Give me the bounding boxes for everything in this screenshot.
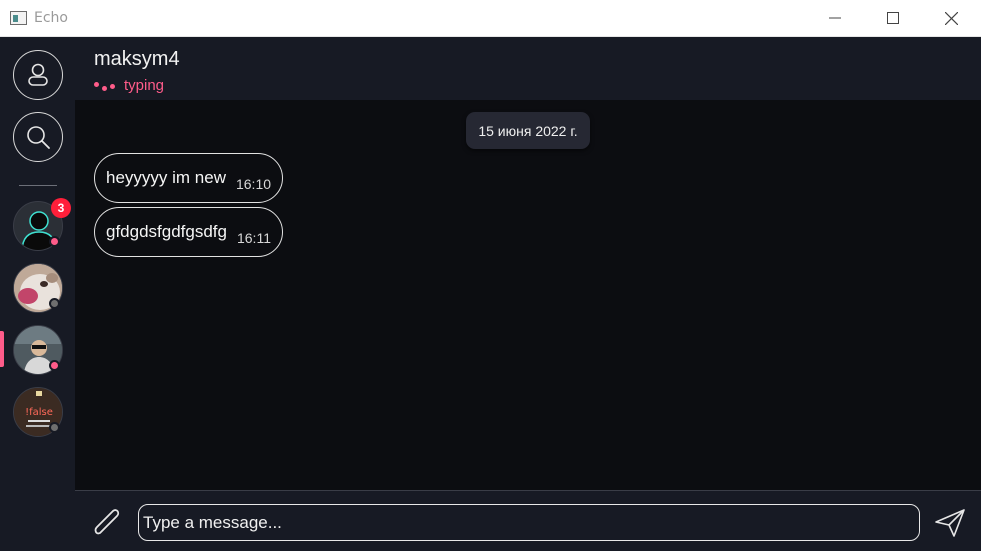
chat-header: maksym4 typing — [75, 37, 981, 100]
minimize-icon — [829, 17, 841, 19]
message-bubble[interactable]: gfdgdsfgdfgsdfg 16:11 — [94, 207, 283, 257]
user-icon — [28, 63, 48, 86]
message-input[interactable] — [138, 504, 920, 541]
typing-dots-icon — [94, 81, 118, 91]
sidebar: 3 !false — [0, 37, 75, 551]
search-icon — [27, 126, 50, 149]
title-bar: Echo — [0, 0, 981, 37]
search-button[interactable] — [13, 112, 63, 162]
message-list[interactable]: 15 июня 2022 г. heyyyyy im new 16:10 gfd… — [75, 100, 981, 490]
app-window-icon — [10, 11, 27, 25]
minimize-button[interactable] — [806, 0, 864, 36]
avatar-logo-text: !false — [25, 407, 53, 418]
message-composer — [75, 490, 981, 551]
message-text: gfdgdsfgdfgsdfg — [106, 222, 227, 241]
date-separator: 15 июня 2022 г. — [466, 112, 590, 149]
send-icon — [935, 509, 965, 537]
close-button[interactable] — [922, 0, 980, 36]
profile-button[interactable] — [13, 50, 63, 100]
message-time: 16:10 — [235, 176, 272, 192]
maximize-button[interactable] — [864, 0, 922, 36]
online-status-dot — [49, 360, 60, 371]
window-title: Echo — [34, 10, 68, 26]
typing-indicator: typing — [94, 77, 164, 94]
message-text: heyyyyy im new — [106, 168, 226, 187]
message-bubble[interactable]: heyyyyy im new 16:10 — [94, 153, 284, 203]
attach-button[interactable] — [87, 504, 125, 540]
active-chat-marker — [0, 331, 4, 367]
sidebar-divider — [19, 185, 57, 186]
send-button[interactable] — [932, 505, 968, 541]
chat-item[interactable]: 3 — [0, 198, 75, 254]
close-icon — [944, 11, 958, 25]
online-status-dot — [49, 236, 60, 247]
maximize-icon — [887, 12, 899, 24]
chat-item[interactable]: !false — [0, 384, 75, 440]
paperclip-icon — [94, 509, 120, 535]
chat-item-active[interactable] — [0, 322, 75, 378]
unread-badge: 3 — [51, 198, 71, 218]
offline-status-dot — [49, 298, 60, 309]
offline-status-dot — [49, 422, 60, 433]
typing-status-text: typing — [124, 77, 165, 94]
chat-item[interactable] — [0, 260, 75, 316]
message-time: 16:11 — [236, 230, 271, 246]
contact-name[interactable]: maksym4 — [94, 48, 180, 71]
